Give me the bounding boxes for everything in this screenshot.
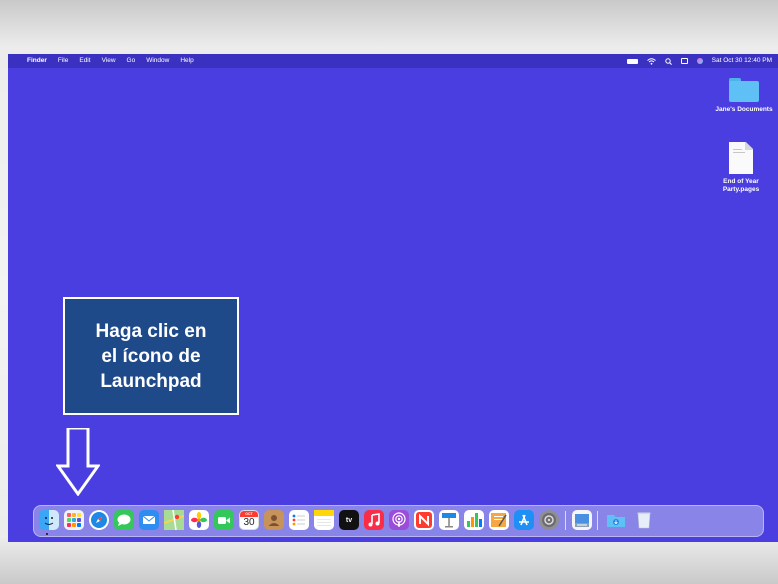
messages-icon[interactable]: [114, 510, 134, 530]
control-center-icon[interactable]: [680, 58, 688, 64]
menubar-clock[interactable]: Sat Oct 30 12:40 PM: [712, 54, 772, 68]
app-store-icon[interactable]: [514, 510, 534, 530]
finder-running-indicator: [46, 533, 48, 535]
calendar-icon[interactable]: OCT 30: [239, 510, 259, 530]
pages-icon[interactable]: [489, 510, 509, 530]
launchpad-icon[interactable]: [64, 510, 84, 530]
desktop-folder-janes-documents[interactable]: Jane's Documents: [714, 78, 774, 114]
facetime-icon[interactable]: [214, 510, 234, 530]
reminders-icon[interactable]: [289, 510, 309, 530]
calendar-day: 30: [243, 517, 255, 528]
numbers-icon[interactable]: [464, 510, 484, 530]
dock-separator: [565, 511, 566, 530]
battery-icon[interactable]: [626, 58, 638, 64]
dock: OCT 30 tv: [33, 505, 764, 537]
finder-icon[interactable]: [39, 510, 59, 530]
apple-tv-icon[interactable]: tv: [339, 510, 359, 530]
preview-icon[interactable]: [572, 510, 592, 530]
siri-icon[interactable]: [696, 58, 703, 64]
menu-edit[interactable]: Edit: [79, 54, 90, 68]
file-label-line-1: End of Year: [723, 178, 759, 185]
menu-view[interactable]: View: [102, 54, 116, 68]
contacts-icon[interactable]: [264, 510, 284, 530]
news-icon[interactable]: [414, 510, 434, 530]
spotlight-search-icon[interactable]: [664, 57, 672, 65]
downloads-folder-icon[interactable]: [606, 510, 626, 530]
keynote-icon[interactable]: [439, 510, 459, 530]
trash-icon[interactable]: [634, 510, 654, 530]
photos-icon[interactable]: [189, 510, 209, 530]
menu-window[interactable]: Window: [146, 54, 169, 68]
instruction-callout: Haga clic en el ícono de Launchpad: [63, 297, 239, 415]
notes-icon[interactable]: [314, 510, 334, 530]
pages-document-icon: [729, 142, 753, 174]
folder-label: Jane's Documents: [715, 106, 773, 113]
down-arrow-indicator: [56, 428, 100, 496]
safari-icon[interactable]: [89, 510, 109, 530]
menu-help[interactable]: Help: [180, 54, 193, 68]
podcasts-icon[interactable]: [389, 510, 409, 530]
menu-file[interactable]: File: [58, 54, 68, 68]
wifi-icon[interactable]: [646, 57, 656, 65]
desktop-file-end-of-year-party[interactable]: End of Year Party.pages: [711, 142, 771, 194]
file-label-line-2: Party.pages: [722, 186, 760, 193]
menu-go[interactable]: Go: [127, 54, 136, 68]
tv-label: tv: [345, 516, 353, 524]
system-preferences-icon[interactable]: [539, 510, 559, 530]
instruction-text: Haga clic en el ícono de Launchpad: [95, 320, 207, 392]
dock-separator: [597, 511, 598, 530]
folder-icon: [729, 78, 759, 102]
maps-icon[interactable]: [163, 509, 185, 531]
menu-bar: Finder File Edit View Go Window Help Sat…: [8, 54, 778, 68]
mail-icon[interactable]: [139, 510, 159, 530]
menu-finder[interactable]: Finder: [27, 54, 47, 68]
music-icon[interactable]: [364, 510, 384, 530]
